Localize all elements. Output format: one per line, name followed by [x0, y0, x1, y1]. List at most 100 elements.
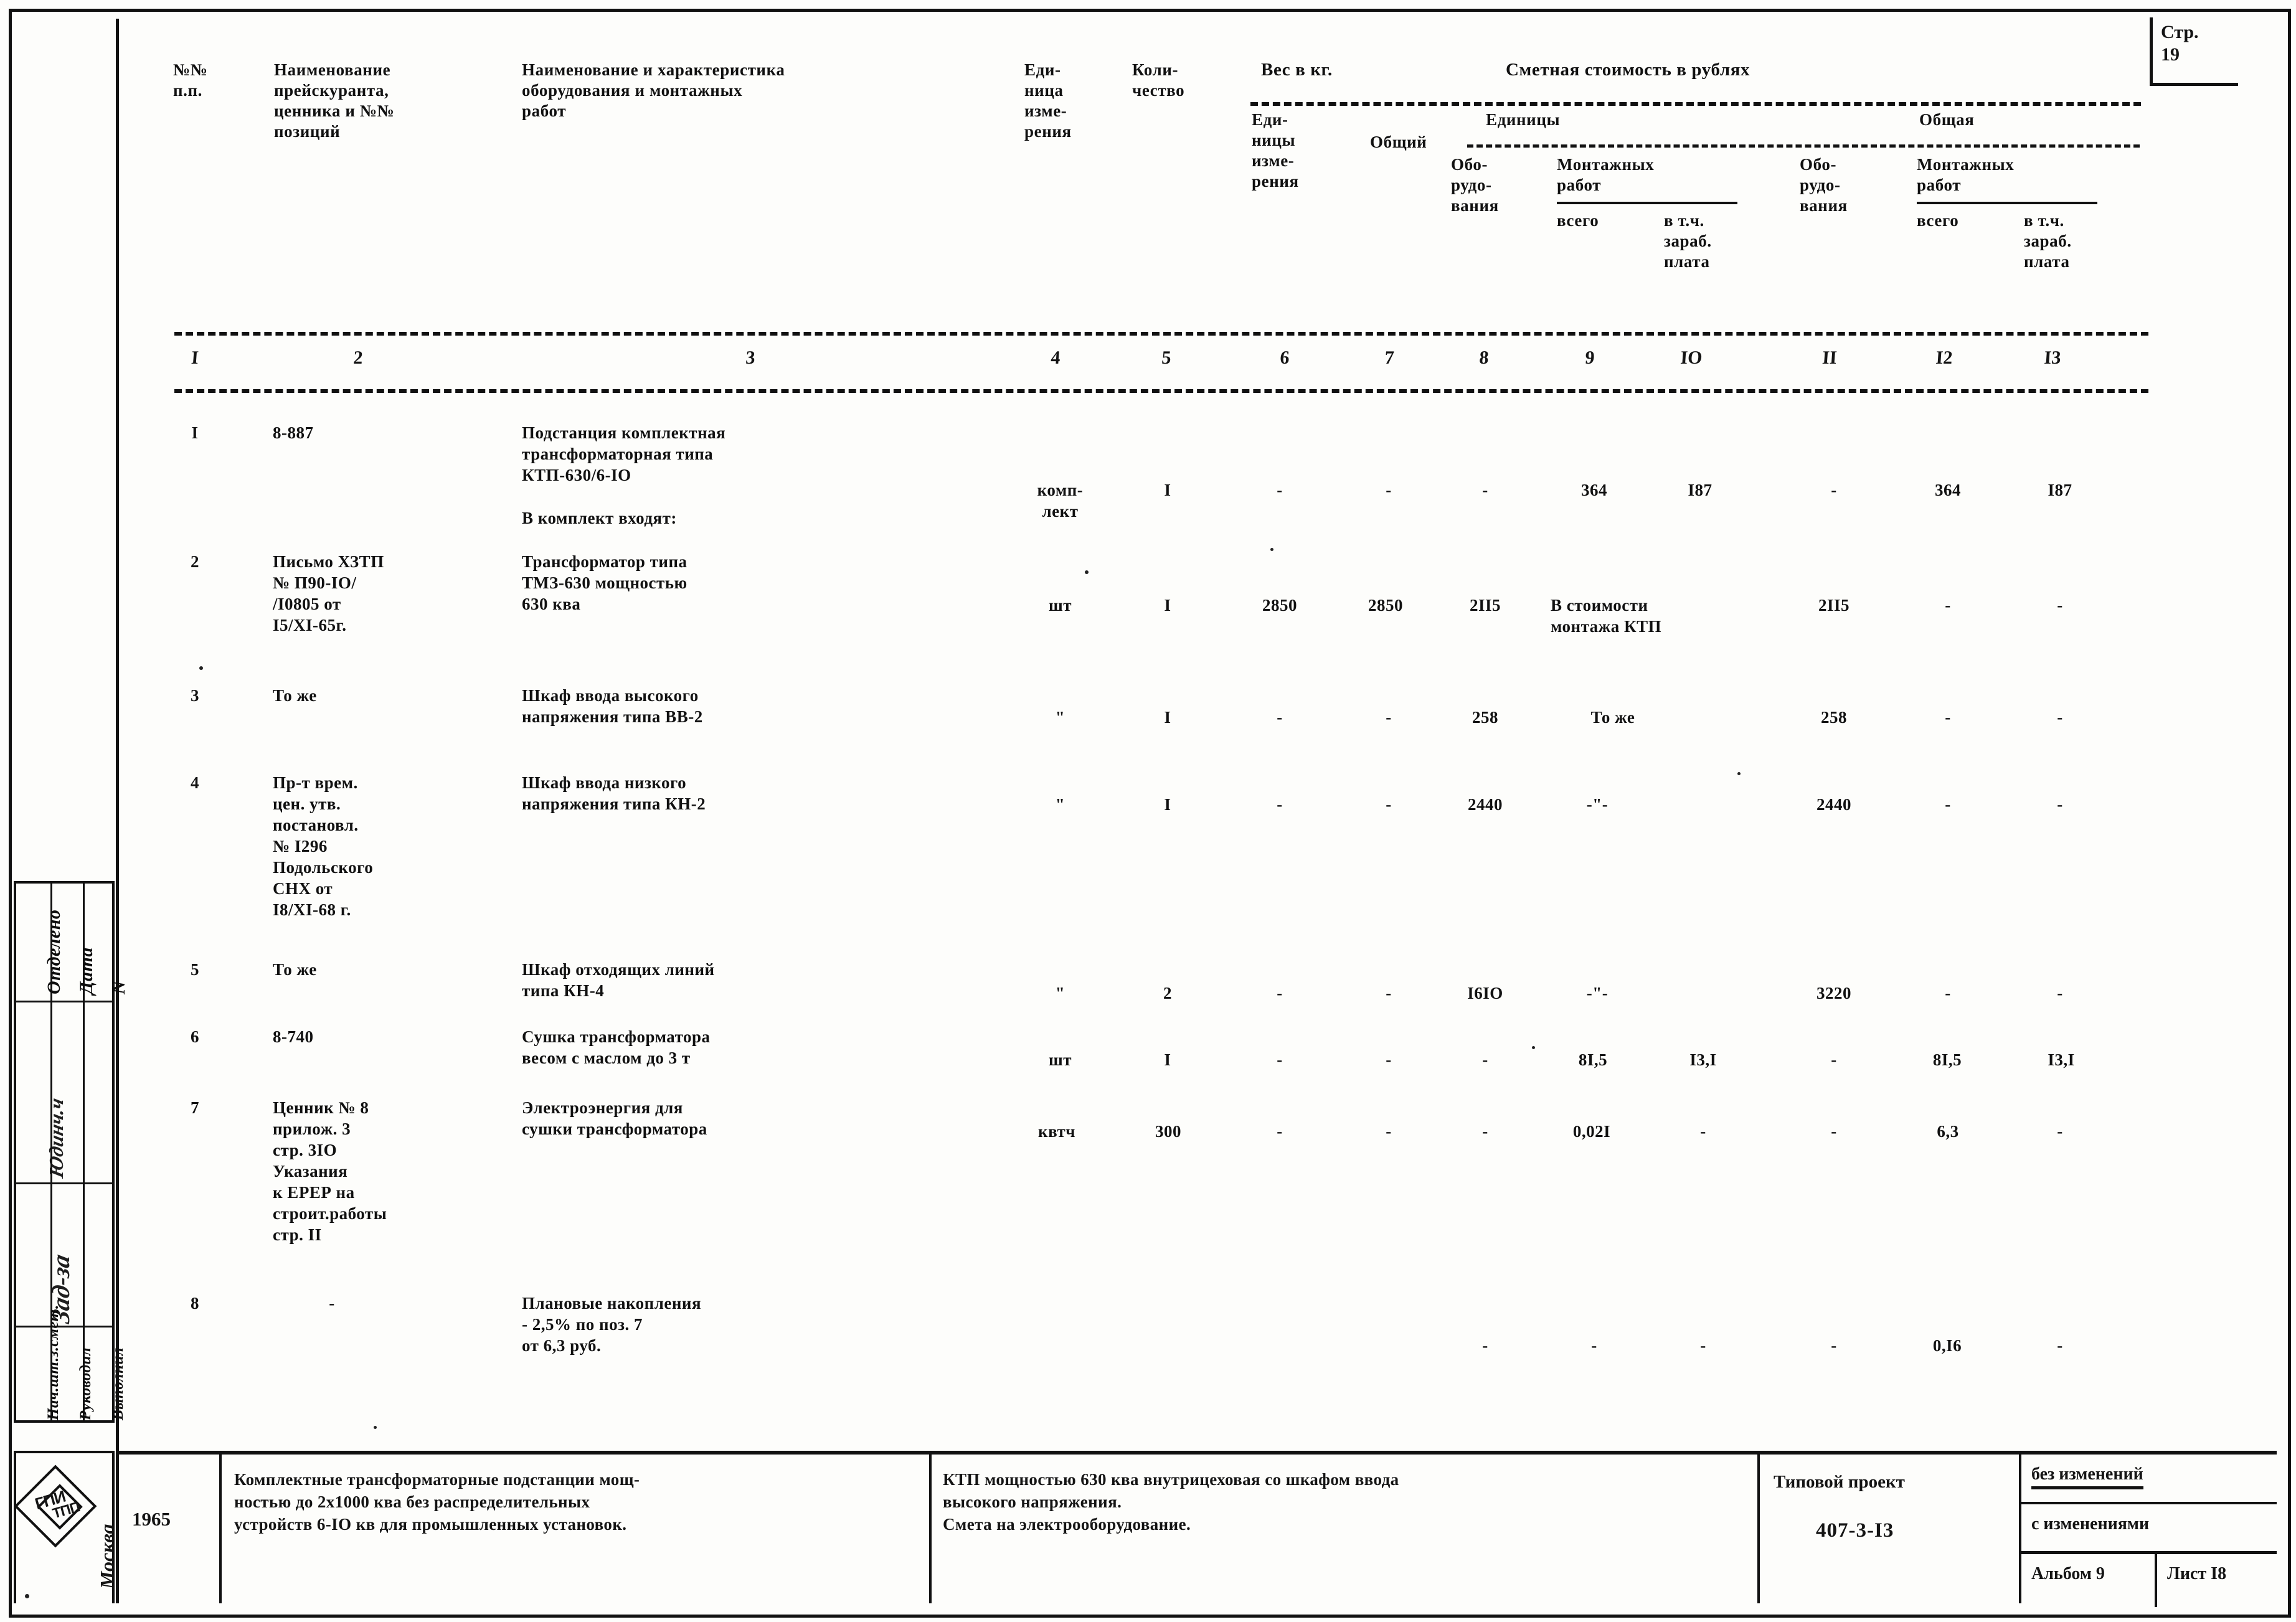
row5-weight-total: -	[1386, 984, 1392, 1002]
row1-unit: комп- лект	[1037, 481, 1084, 521]
row6-cost-mount-total: 8I,5	[1932, 1050, 1962, 1069]
row5-cost-equip-total: 3220	[1816, 984, 1851, 1002]
row3-description: Шкаф ввода высокого напряжения типа ВВ-2	[522, 686, 703, 726]
row4-weight-total: -	[1386, 795, 1392, 814]
row5-description: Шкаф отходящих линий типа КН-4	[522, 960, 715, 1000]
header-col-13: в т.ч. зараб. плата	[2024, 211, 2072, 271]
header-col-2: Наименование прейскуранта, ценника и №№ …	[274, 60, 395, 141]
row4-weight-unit: -	[1277, 795, 1283, 814]
scan-speck	[199, 666, 203, 670]
row8-cost-mount-total: 0,I6	[1932, 1336, 1962, 1355]
stamp-divider-3	[16, 1326, 112, 1327]
title-block-object-cell: КТП мощностью 630 ква внутрицеховая со ш…	[932, 1455, 1760, 1603]
row6-weight-total: -	[1386, 1050, 1392, 1069]
approval-stamp-block: Отделено Дата N Юдинч.ч Зад-за Нач.шт.з.…	[14, 881, 129, 1423]
row4-no: 4	[191, 773, 199, 792]
colnum-13: I3	[2043, 347, 2062, 368]
header-col-4: Еди- ница изме- рения	[1024, 60, 1072, 141]
row4-cost-mount-unit: -"-	[1586, 795, 1609, 814]
row3-weight-unit: -	[1277, 708, 1283, 727]
signature-1: Юдинч.ч	[45, 1095, 67, 1180]
colnum-1: I	[191, 347, 200, 368]
row2-weight-total: 2850	[1368, 596, 1403, 615]
row7-cost-wage-unit: -	[1700, 1122, 1706, 1141]
row8-cost-equip-total: -	[1831, 1336, 1837, 1355]
row1-description-note: В комплект входят:	[522, 509, 677, 527]
title-block-year-cell: 1965	[116, 1455, 222, 1603]
row2-cost-mount-unit: В стоимости монтажа КТП	[1551, 596, 1662, 636]
row7-cost-wage-total: -	[2057, 1122, 2063, 1141]
stamp-role-chief: Нач.шт.з.смет.	[45, 1304, 62, 1420]
title-block-change-row-2: с изменениями	[2021, 1504, 2277, 1554]
row5-cost-wage-total: -	[2057, 984, 2063, 1002]
row1-cost-wage-unit: I87	[1688, 481, 1713, 499]
row5-cost-equip-unit: I6IO	[1467, 984, 1503, 1002]
scan-speck	[1085, 570, 1089, 574]
row3-no: 3	[191, 686, 199, 705]
row2-cost-equip-total: 2II5	[1818, 596, 1850, 615]
row1-cost-wage-total: I87	[2048, 481, 2072, 499]
row4-cost-equip-unit: 2440	[1468, 795, 1503, 814]
row6-no: 6	[191, 1027, 199, 1046]
header-rule-groups	[1250, 102, 2141, 106]
colnum-6: 6	[1279, 347, 1290, 368]
colnum-2: 2	[352, 347, 364, 368]
row7-weight-total: -	[1386, 1122, 1392, 1141]
header-col-3: Наименование и характеристика оборудован…	[522, 60, 785, 120]
row3-cost-equip-unit: 258	[1472, 708, 1498, 727]
row3-weight-total: -	[1386, 708, 1392, 727]
row1-cost-equip-total: -	[1831, 481, 1837, 499]
row7-cost-equip-total: -	[1831, 1122, 1837, 1141]
colnum-rule-top	[174, 332, 2148, 336]
row6-unit: шт	[1048, 1050, 1072, 1069]
row5-source: То же	[273, 960, 317, 979]
title-block-year: 1965	[132, 1508, 171, 1530]
row6-cost-wage-total: I3,I	[2048, 1050, 2075, 1069]
header-group-cost: Сметная стоимость в рублях	[1506, 60, 1750, 80]
row1-cost-equip-unit: -	[1482, 481, 1488, 499]
header-col-5: Коли- чество	[1132, 60, 1185, 100]
colnum-rule-bottom	[174, 389, 2148, 393]
row7-no: 7	[191, 1098, 199, 1117]
colnum-8: 8	[1478, 347, 1490, 368]
row5-no: 5	[191, 960, 199, 979]
row3-cost-wage-total: -	[2057, 708, 2063, 727]
title-block-project-label: Типовой проект	[1774, 1472, 1905, 1492]
row7-cost-mount-total: 6,3	[1937, 1122, 1959, 1141]
row2-cost-mount-total: -	[1945, 596, 1951, 615]
stamp-role-supervisor: Руководил	[77, 1347, 94, 1420]
title-block-change-row-3: Альбом 9 Лист I8	[2021, 1554, 2277, 1607]
header-col-9: всего	[1557, 211, 1599, 230]
header-col-6: Еди- ницы изме- рения	[1252, 110, 1299, 191]
colnum-9: 9	[1584, 347, 1595, 368]
colnum-4: 4	[1050, 347, 1061, 368]
title-block-changes-cell: без изменений с изменениями Альбом 9 Лис…	[2021, 1455, 2277, 1607]
row2-cost-wage-total: -	[2057, 596, 2063, 615]
header-col-8: Обо- рудо- вания	[1451, 155, 1499, 215]
row6-source: 8-740	[273, 1027, 314, 1046]
row1-no: I	[191, 423, 199, 442]
header-group-mount-total: Монтажных работ	[1917, 155, 2015, 194]
title-block-project-code: 407-3-I3	[1816, 1519, 1894, 1542]
row3-cost-equip-total: 258	[1821, 708, 1847, 727]
row5-cost-mount-unit: -"-	[1586, 984, 1609, 1002]
header-group-weight: Вес в кг.	[1261, 60, 1333, 80]
row2-source: Письмо ХЗТП № П90-IO/ /I0805 от I5/XI-65…	[273, 552, 384, 634]
colnum-12: I2	[1935, 347, 1953, 368]
row7-cost-equip-unit: -	[1482, 1122, 1488, 1141]
header-group-mount-unit: Монтажных работ	[1557, 155, 1655, 194]
row2-description: Трансформатор типа ТМЗ-630 мощностью 630…	[522, 552, 687, 613]
row3-unit: "	[1055, 708, 1065, 727]
row5-weight-unit: -	[1277, 984, 1283, 1002]
row2-weight-unit: 2850	[1262, 596, 1297, 615]
row3-source: То же	[273, 686, 317, 705]
scan-speck	[1737, 772, 1741, 775]
header-group-unit-cost: Единицы	[1486, 110, 1561, 129]
row2-qty: I	[1164, 596, 1171, 615]
row2-unit: шт	[1048, 596, 1072, 615]
row7-weight-unit: -	[1277, 1122, 1283, 1141]
page-number-box: Стр. 19	[2150, 17, 2238, 86]
row7-cost-mount-unit: 0,02I	[1572, 1122, 1611, 1141]
row6-weight-unit: -	[1277, 1050, 1283, 1069]
header-group-total-cost: Общая	[1919, 110, 1975, 129]
